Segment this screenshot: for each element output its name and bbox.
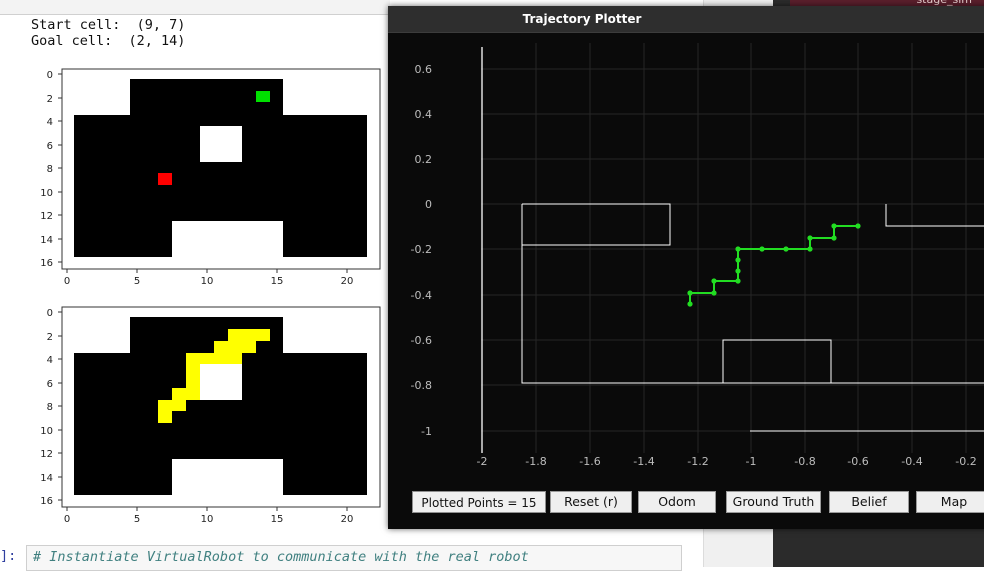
x-tick-label: 15 xyxy=(271,276,284,287)
y-tick-label: 4 xyxy=(47,355,53,366)
x-tick-label: 20 xyxy=(341,514,354,525)
y-tick-label: 10 xyxy=(40,426,53,437)
x-tick-label: 10 xyxy=(201,276,214,287)
y-tick-label: 0 xyxy=(425,198,432,211)
trajectory-point xyxy=(687,301,693,307)
map-button[interactable]: Map xyxy=(916,491,984,513)
y-tick-label: -0.8 xyxy=(411,379,432,392)
trajectory-point xyxy=(807,246,813,252)
trajectory-point xyxy=(735,278,741,284)
goal-cell-text: Goal cell: (2, 14) xyxy=(31,33,186,49)
x-tick-label: 15 xyxy=(271,514,284,525)
y-tick-label: 4 xyxy=(47,117,53,128)
plotter-controls: Plotted Points = 15 Reset (r) Odom Groun… xyxy=(388,482,984,513)
y-tick-label: 0 xyxy=(47,308,53,319)
free-obstacle-block xyxy=(200,126,242,162)
plotter-title: Trajectory Plotter xyxy=(522,12,642,26)
start-cell-marker xyxy=(158,173,172,185)
trajectory-point xyxy=(735,268,741,274)
trajectory-point xyxy=(831,223,837,229)
x-tick-label: 0 xyxy=(64,514,70,525)
x-tick-label: 0 xyxy=(64,276,70,287)
y-tick-label: -0.6 xyxy=(411,334,432,347)
notebook-cell-top-bar xyxy=(0,0,390,15)
start-cell-text: Start cell: (9, 7) xyxy=(31,17,186,33)
trajectory-plotter-window[interactable]: Trajectory Plotter 0.6 0.4 0.2 0 -0.2 -0… xyxy=(388,6,984,529)
y-tick-label: 12 xyxy=(40,211,53,222)
x-tick-label: 10 xyxy=(201,514,214,525)
x-tick-label: -1.2 xyxy=(687,455,708,468)
x-tick-label: -1.8 xyxy=(525,455,546,468)
x-tick-label: -0.8 xyxy=(794,455,815,468)
y-tick-label: 8 xyxy=(47,402,53,413)
belief-button[interactable]: Belief xyxy=(829,491,909,513)
cell-prompt: ]: xyxy=(0,548,17,564)
ground-truth-button[interactable]: Ground Truth xyxy=(726,491,821,513)
trajectory-points xyxy=(687,223,861,307)
plot-grid xyxy=(481,43,984,453)
x-tick-label: 20 xyxy=(341,276,354,287)
trajectory-point xyxy=(687,290,693,296)
y-tick-label: 16 xyxy=(40,496,53,507)
trajectory-point xyxy=(759,246,765,252)
plotter-titlebar[interactable]: Trajectory Plotter xyxy=(388,6,984,33)
x-tick-label: -2 xyxy=(477,455,488,468)
odom-button[interactable]: Odom xyxy=(638,491,716,513)
free-obstacle-block xyxy=(200,364,242,400)
y-tick-label: 14 xyxy=(40,473,53,484)
x-tick-label: 5 xyxy=(134,276,140,287)
x-tick-label: -1.4 xyxy=(633,455,654,468)
y-tick-label: 10 xyxy=(40,188,53,199)
trajectory-point xyxy=(711,290,717,296)
y-tick-label: 6 xyxy=(47,379,53,390)
trajectory-point xyxy=(735,257,741,263)
y-tick-label: 2 xyxy=(47,332,53,343)
occupancy-grid-plot-path: 0 2 4 6 8 10 12 14 16 0 5 10 15 20 xyxy=(40,306,381,525)
trajectory-point xyxy=(807,235,813,241)
trajectory-point xyxy=(711,278,717,284)
y-tick-label: 0 xyxy=(47,70,53,81)
x-tick-label: -0.4 xyxy=(901,455,922,468)
map-outline xyxy=(521,203,984,432)
trajectory-point xyxy=(783,246,789,252)
x-tick-label: -0.2 xyxy=(955,455,976,468)
y-tick-label: 6 xyxy=(47,141,53,152)
y-tick-label: 8 xyxy=(47,164,53,175)
y-tick-label: -1 xyxy=(421,425,432,438)
trajectory-point xyxy=(735,246,741,252)
goal-cell-marker xyxy=(256,91,270,102)
y-tick-label: 0.6 xyxy=(415,63,433,76)
plotted-points-label: Plotted Points = 15 xyxy=(412,491,546,513)
y-tick-label: 14 xyxy=(40,235,53,246)
y-tick-label: 0.2 xyxy=(415,153,433,166)
x-tick-label: -1 xyxy=(746,455,757,468)
y-tick-label: 12 xyxy=(40,449,53,460)
trajectory-plot-area[interactable]: 0.6 0.4 0.2 0 -0.2 -0.4 -0.6 -0.8 -1 -2 … xyxy=(388,33,984,478)
x-tick-label: -1.6 xyxy=(579,455,600,468)
code-comment: # Instantiate VirtualRobot to communicat… xyxy=(33,549,529,565)
y-tick-label: 0.4 xyxy=(415,108,433,121)
x-tick-label: 5 xyxy=(134,514,140,525)
reset-button[interactable]: Reset (r) xyxy=(550,491,632,513)
trajectory-point xyxy=(831,235,837,241)
y-tick-label: 2 xyxy=(47,94,53,105)
code-cell[interactable]: # Instantiate VirtualRobot to communicat… xyxy=(26,545,682,571)
trajectory-point xyxy=(855,223,861,229)
y-tick-label: 16 xyxy=(40,258,53,269)
y-tick-label: -0.4 xyxy=(411,289,432,302)
y-tick-label: -0.2 xyxy=(411,243,432,256)
x-tick-label: -0.6 xyxy=(847,455,868,468)
